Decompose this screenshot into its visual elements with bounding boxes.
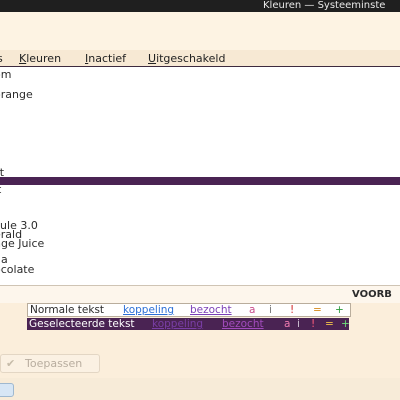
preview-selected-line: Geselecteerde tekst koppeling bezocht a … [27,318,350,330]
toolbar-area [0,12,400,50]
preview-selected-negative: ! [311,318,316,330]
list-item[interactable]: lt [0,184,400,195]
tab-uitgeschakeld-label: itgeschakeld [156,52,226,65]
check-icon: ✔ [6,357,16,370]
taskbar-button[interactable] [0,383,14,397]
apply-button-label: Toepassen [25,357,83,370]
list-item[interactable]: nge Juice [0,238,400,249]
preview-label: VOORB [352,289,392,300]
color-scheme-list[interactable]: om orange st lt cule 3.0 erald nge Juice… [0,67,400,286]
list-item[interactable]: orange [0,89,400,100]
preview-header: VOORB [0,286,400,304]
preview-normal-negative: ! [290,304,295,316]
preview-normal-neutral: = [313,304,322,316]
preview-selected-text: Geselecteerde tekst [29,318,135,330]
preview-selected-inactive: i [297,318,300,330]
preview-selected-positive: + [341,318,350,330]
tab-bar: s Kleuren Inactief Uitgeschakeld [0,50,400,67]
preview-selected-active: a [284,318,291,330]
preview-normal-inactive: i [269,304,272,316]
tab-kleuren-label: leuren [26,52,62,65]
tab-inactief[interactable]: Inactief [85,52,126,65]
tab-uitgeschakeld-mnemonic: U [148,52,157,65]
list-item[interactable]: ocolate [0,264,400,275]
preview-selected-neutral: = [325,318,334,330]
tab-partial[interactable]: s [0,52,3,65]
preview-normal-positive: + [335,304,344,316]
tab-inactief-label: nactief [88,52,127,65]
taskbar [0,378,400,400]
preview-selected-link: koppeling [152,318,204,330]
window-titlebar: Kleuren — Systeeminste [0,0,400,12]
preview-selected-visited: bezocht [222,318,264,330]
preview-normal-link: koppeling [123,304,175,316]
preview-normal-text: Normale tekst [30,304,105,316]
preview-normal-line: Normale tekst koppeling bezocht a i ! = … [27,303,351,317]
list-item[interactable]: om [0,69,400,80]
tab-kleuren[interactable]: Kleuren [19,52,61,65]
preview-normal-active: a [249,304,256,316]
tab-uitgeschakeld[interactable]: Uitgeschakeld [148,52,225,65]
preview-normal-visited: bezocht [190,304,232,316]
window-title: Kleuren — Systeeminste [263,0,386,11]
apply-button[interactable]: ✔ Toepassen [0,354,100,373]
